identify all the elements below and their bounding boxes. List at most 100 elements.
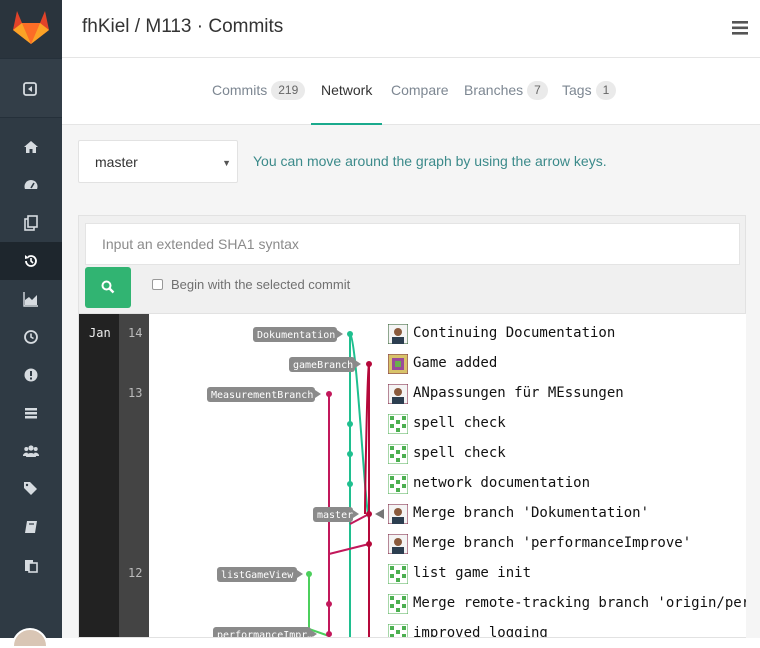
branch-select[interactable]: master ▼ xyxy=(78,140,238,183)
commit-dot[interactable] xyxy=(347,481,353,487)
area-chart-icon xyxy=(23,292,38,307)
begin-with-commit-label: Begin with the selected commit xyxy=(171,277,351,292)
sidebar-item-labels[interactable] xyxy=(0,470,62,508)
commit-message[interactable]: spell check xyxy=(413,415,506,431)
list-icon xyxy=(25,408,37,419)
ref-label-text: MeasurementBranch xyxy=(211,390,313,401)
sidebar-item-milestones[interactable] xyxy=(0,318,62,356)
network-content: master ▼ You can move around the graph b… xyxy=(62,125,760,638)
ref-label-text: Dokumentation xyxy=(257,330,335,341)
sidebar-toggle[interactable] xyxy=(0,58,62,118)
commit-dot[interactable] xyxy=(306,571,312,577)
commit-message[interactable]: Continuing Documentation xyxy=(413,325,615,341)
commit-dot[interactable] xyxy=(366,361,372,367)
commit-dot[interactable] xyxy=(326,631,332,637)
ref-label-text: performanceImpr… xyxy=(217,630,313,638)
identicon-avatar xyxy=(388,414,408,434)
ref-label-listgameview[interactable]: listGameView xyxy=(217,567,303,582)
caret-down-icon: ▼ xyxy=(222,158,231,168)
clipboard-icon xyxy=(25,560,38,573)
count-badge: 1 xyxy=(595,81,617,100)
commit-dot[interactable] xyxy=(347,451,353,457)
tab-label: Compare xyxy=(391,82,449,98)
gitlab-logo[interactable] xyxy=(0,0,62,58)
exclamation-circle-icon xyxy=(24,368,38,382)
ref-label-text: master xyxy=(317,510,353,521)
commit-message[interactable]: Merge branch 'Dokumentation' xyxy=(413,505,649,521)
count-badge: 219 xyxy=(271,81,306,100)
home-icon xyxy=(24,141,38,153)
sidebar-item-issues[interactable] xyxy=(0,356,62,394)
ref-label-master[interactable]: master xyxy=(313,507,359,522)
tags-icon xyxy=(24,482,37,495)
tab-label: Commits xyxy=(212,82,268,98)
sidebar xyxy=(0,0,62,648)
sidebar-item-commits[interactable] xyxy=(0,242,62,280)
ref-label-text: listGameView xyxy=(221,570,294,581)
top-header: fhKiel / M113 · Commits xyxy=(62,0,760,58)
page-title: fhKiel / M113 · Commits xyxy=(82,16,284,37)
identicon-avatar xyxy=(388,564,408,584)
sidebar-item-home[interactable] xyxy=(0,128,62,166)
commit-dot[interactable] xyxy=(347,331,353,337)
history-icon xyxy=(25,255,37,267)
commit-dot[interactable] xyxy=(347,421,353,427)
tab-network[interactable]: Network xyxy=(311,58,383,125)
gitlab-fox-icon xyxy=(13,11,49,44)
sidebar-item-members[interactable] xyxy=(0,432,62,470)
commit-message[interactable]: Merge branch 'performanceImprove' xyxy=(413,535,691,551)
commits-subnav: Commits 219 Network Compare Branches 7 Tag… xyxy=(62,58,760,125)
identicon-avatar xyxy=(388,594,408,614)
commit-message[interactable]: list game init xyxy=(413,565,531,581)
sidebar-item-merge-requests[interactable] xyxy=(0,394,62,432)
sidebar-item-files[interactable] xyxy=(0,204,62,242)
ref-label-measurementbranch[interactable]: MeasurementBranch xyxy=(207,387,321,402)
sha-search-input[interactable]: Input an extended SHA1 syntax xyxy=(85,223,740,265)
ref-label-text: gameBranch xyxy=(293,360,353,371)
sidebar-item-graphs[interactable] xyxy=(0,280,62,318)
author-avatar xyxy=(388,324,408,344)
hamburger-menu-icon[interactable] xyxy=(732,21,748,35)
users-icon xyxy=(23,445,39,457)
tab-label: Network xyxy=(321,82,373,98)
commit-message[interactable]: ANpassungen für MEssungen xyxy=(413,385,624,401)
tab-label: Tags xyxy=(562,82,592,98)
collapse-sidebar-icon xyxy=(23,82,37,96)
tab-branches[interactable]: Branches 7 xyxy=(464,58,548,125)
author-avatar xyxy=(388,354,408,374)
commit-dot[interactable] xyxy=(326,391,332,397)
ref-label-gamebranch[interactable]: gameBranch xyxy=(289,357,361,372)
commit-dot[interactable] xyxy=(326,601,332,607)
sidebar-item-activity[interactable] xyxy=(0,166,62,204)
sidebar-item-snippets[interactable] xyxy=(0,546,62,584)
search-icon xyxy=(101,280,115,294)
ref-label-dokumentation[interactable]: Dokumentation xyxy=(253,327,343,342)
identicon-avatar xyxy=(388,624,408,637)
commit-message[interactable]: spell check xyxy=(413,445,506,461)
book-icon xyxy=(25,521,37,533)
commit-dot[interactable] xyxy=(366,541,372,547)
author-avatar xyxy=(388,384,408,404)
identicon-avatar xyxy=(388,474,408,494)
branch-select-value: master xyxy=(95,154,138,170)
tab-label: Branches xyxy=(464,82,524,98)
tab-tags[interactable]: Tags 1 xyxy=(562,58,617,125)
network-graph[interactable]: Jan 14 13 12 Dokumentation gameBranch Me… xyxy=(78,313,746,638)
clock-icon xyxy=(24,330,38,344)
sha-search-panel: Input an extended SHA1 syntax Begin with… xyxy=(78,215,746,315)
commit-message[interactable]: improved logging xyxy=(413,625,548,637)
commit-message[interactable]: Merge remote-tracking branch 'origin/per… xyxy=(413,595,746,611)
commit-message[interactable]: network documentation xyxy=(413,475,590,491)
ref-label-performanceimprove[interactable]: performanceImpr… xyxy=(213,627,317,638)
tab-commits[interactable]: Commits 219 xyxy=(212,58,306,125)
user-avatar[interactable] xyxy=(12,628,48,648)
author-avatar xyxy=(388,504,408,524)
begin-with-commit-checkbox[interactable] xyxy=(152,279,163,290)
sidebar-item-wiki[interactable] xyxy=(0,508,62,546)
search-button[interactable] xyxy=(85,267,131,308)
help-text: You can move around the graph by using t… xyxy=(253,153,607,169)
tab-compare[interactable]: Compare xyxy=(391,58,449,125)
commit-dot[interactable] xyxy=(366,511,372,517)
commit-message[interactable]: Game added xyxy=(413,355,497,371)
head-pointer-icon xyxy=(375,509,384,519)
